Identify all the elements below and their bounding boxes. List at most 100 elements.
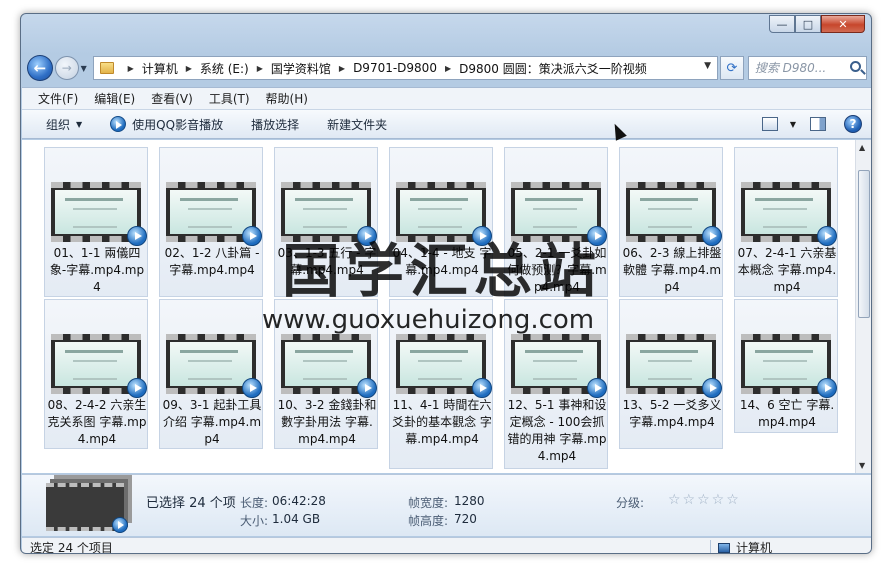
file-name: 01、1-1 兩儀四象-字幕.mp4.mp4: [49, 246, 145, 294]
menu-view[interactable]: 查看(V): [151, 90, 193, 107]
qq-player-icon: [817, 226, 837, 246]
forward-button[interactable]: →: [54, 56, 79, 80]
status-location: 计算机: [718, 539, 773, 554]
file-name: 14、6 空亡 字幕.mp4.mp4: [739, 398, 835, 429]
file-item[interactable]: 08、2-4-2 六亲生克关系图 字幕.mp4.mp4: [44, 299, 148, 449]
search-input[interactable]: 搜索 D980...: [747, 56, 868, 80]
file-name: 10、3-2 金錢卦和數字卦用法 字幕.mp4.mp4: [277, 398, 377, 446]
change-view-icon[interactable]: [761, 117, 778, 131]
selection-count: 已选择 24 个项: [146, 496, 236, 511]
qq-player-icon: [242, 378, 262, 398]
play-selection-label: 播放选择: [251, 117, 300, 132]
preview-pane-icon[interactable]: [810, 117, 826, 131]
video-thumbnail: [626, 182, 722, 246]
computer-icon: [718, 542, 730, 553]
breadcrumb-current[interactable]: D9800 圆圆：策决派六爻一阶视频: [459, 60, 647, 77]
frame-height-value: 720: [454, 512, 477, 526]
status-bar: 选定 24 个项目 计算机: [22, 537, 871, 554]
qq-player-icon: [587, 378, 607, 398]
video-thumbnail: [396, 334, 492, 398]
chevron-right-icon[interactable]: ▶: [339, 64, 345, 73]
video-thumbnail: [511, 334, 607, 398]
back-button[interactable]: ←: [27, 55, 53, 81]
video-thumbnail: [166, 334, 262, 398]
view-controls: ▼ ?: [761, 115, 862, 133]
status-selection: 选定 24 个项目: [30, 541, 113, 554]
size-value: 1.04 GB: [272, 512, 321, 526]
recent-pages-dropdown[interactable]: ▼: [81, 64, 91, 73]
breadcrumb-library[interactable]: 国学资料馆: [271, 60, 331, 77]
selection-thumbnail: [46, 483, 128, 533]
breadcrumb-computer[interactable]: 计算机: [142, 60, 178, 77]
video-thumbnail: [626, 334, 722, 398]
refresh-button[interactable]: ⟳: [720, 56, 744, 80]
menu-bar: 文件(F) 编辑(E) 查看(V) 工具(T) 帮助(H): [22, 87, 871, 109]
qq-player-icon: [702, 378, 722, 398]
menu-edit[interactable]: 编辑(E): [94, 90, 135, 107]
video-thumbnail: [741, 182, 837, 246]
command-bar: 组织 ▼ 使用QQ影音播放 播放选择 新建文件夹 ▼ ?: [22, 109, 871, 139]
chevron-down-icon[interactable]: ▼: [704, 61, 711, 71]
file-name: 11、4-1 時間在六爻卦的基本觀念 字幕.mp4.mp4: [392, 398, 492, 446]
search-placeholder: 搜索 D980...: [754, 61, 827, 75]
minimize-icon[interactable]: —: [769, 15, 795, 33]
file-item[interactable]: 13、5-2 一爻多义 字幕.mp4.mp4: [619, 299, 723, 449]
help-icon[interactable]: ?: [844, 115, 862, 133]
file-name: 12、5-1 事神和设定概念 - 100会抓错的用神 字幕.mp4.mp4: [507, 398, 607, 463]
status-divider: [710, 540, 711, 553]
menu-file[interactable]: 文件(F): [38, 90, 78, 107]
file-name: 13、5-2 一爻多义 字幕.mp4.mp4: [622, 398, 722, 429]
address-bar[interactable]: ▶ 计算机 ▶ 系统 (E:) ▶ 国学资料馆 ▶ D9701-D9800 ▶ …: [92, 56, 718, 80]
length-label: 长度:: [240, 496, 269, 510]
search-icon[interactable]: [850, 61, 862, 72]
close-icon[interactable]: ✕: [821, 15, 865, 33]
qq-player-icon: [127, 378, 147, 398]
qq-play-button[interactable]: 使用QQ影音播放: [110, 116, 223, 133]
chevron-down-icon: ▼: [76, 119, 83, 129]
breadcrumb-range[interactable]: D9701-D9800: [353, 61, 437, 75]
qq-player-icon: [242, 226, 262, 246]
watermark-url: www.guoxuehuizong.com: [262, 305, 595, 335]
qq-player-icon: [127, 226, 147, 246]
video-thumbnail: [51, 334, 147, 398]
chevron-down-icon[interactable]: ▼: [790, 120, 796, 129]
file-name: 07、2-4-1 六亲基本概念 字幕.mp4.mp4: [737, 246, 837, 294]
chevron-right-icon[interactable]: ▶: [445, 64, 451, 73]
file-item[interactable]: 09、3-1 起卦工具介绍 字幕.mp4.mp4: [159, 299, 263, 449]
caption-buttons: — □ ✕: [769, 15, 865, 33]
new-folder-label: 新建文件夹: [327, 117, 388, 132]
file-item[interactable]: 02、1-2 八卦篇 - 字幕.mp4.mp4: [159, 147, 263, 297]
status-location-label: 计算机: [736, 541, 773, 554]
chevron-right-icon[interactable]: ▶: [128, 64, 134, 73]
menu-tools[interactable]: 工具(T): [209, 90, 250, 107]
size-label: 大小:: [240, 514, 269, 528]
watermark-title: 国学汇总站: [282, 237, 603, 305]
qq-player-icon: [357, 378, 377, 398]
maximize-icon[interactable]: □: [795, 15, 821, 33]
qq-player-icon: [112, 517, 128, 533]
file-item[interactable]: 06、2-3 線上排盤軟體 字幕.mp4.mp4: [619, 147, 723, 297]
file-item[interactable]: 14、6 空亡 字幕.mp4.mp4: [734, 299, 838, 433]
breadcrumb-drive[interactable]: 系统 (E:): [200, 60, 249, 77]
play-selection-button[interactable]: 播放选择: [251, 116, 299, 133]
scroll-up-icon[interactable]: ▲: [859, 143, 865, 152]
chevron-right-icon[interactable]: ▶: [257, 64, 263, 73]
file-item[interactable]: 01、1-1 兩儀四象-字幕.mp4.mp4: [44, 147, 148, 297]
qq-player-icon: [817, 378, 837, 398]
scrollbar-thumb[interactable]: [858, 170, 870, 318]
chevron-right-icon[interactable]: ▶: [186, 64, 192, 73]
video-thumbnail: [741, 334, 837, 398]
qq-player-icon: [110, 116, 127, 132]
organize-button[interactable]: 组织 ▼: [46, 116, 82, 133]
qq-play-label: 使用QQ影音播放: [132, 117, 224, 132]
vertical-scrollbar[interactable]: ▲ ▼: [855, 140, 871, 473]
file-item[interactable]: 07、2-4-1 六亲基本概念 字幕.mp4.mp4: [734, 147, 838, 297]
navigation-bar: ← → ▼ ▶ 计算机 ▶ 系统 (E:) ▶ 国学资料馆 ▶ D9701-D9…: [27, 54, 868, 82]
qq-player-icon: [702, 226, 722, 246]
rating-stars[interactable]: ☆☆☆☆☆: [668, 492, 741, 508]
file-name: 06、2-3 線上排盤軟體 字幕.mp4.mp4: [622, 246, 722, 294]
length-value: 06:42:28: [272, 494, 326, 508]
menu-help[interactable]: 帮助(H): [266, 90, 308, 107]
new-folder-button[interactable]: 新建文件夹: [327, 116, 387, 133]
scroll-down-icon[interactable]: ▼: [859, 461, 865, 470]
